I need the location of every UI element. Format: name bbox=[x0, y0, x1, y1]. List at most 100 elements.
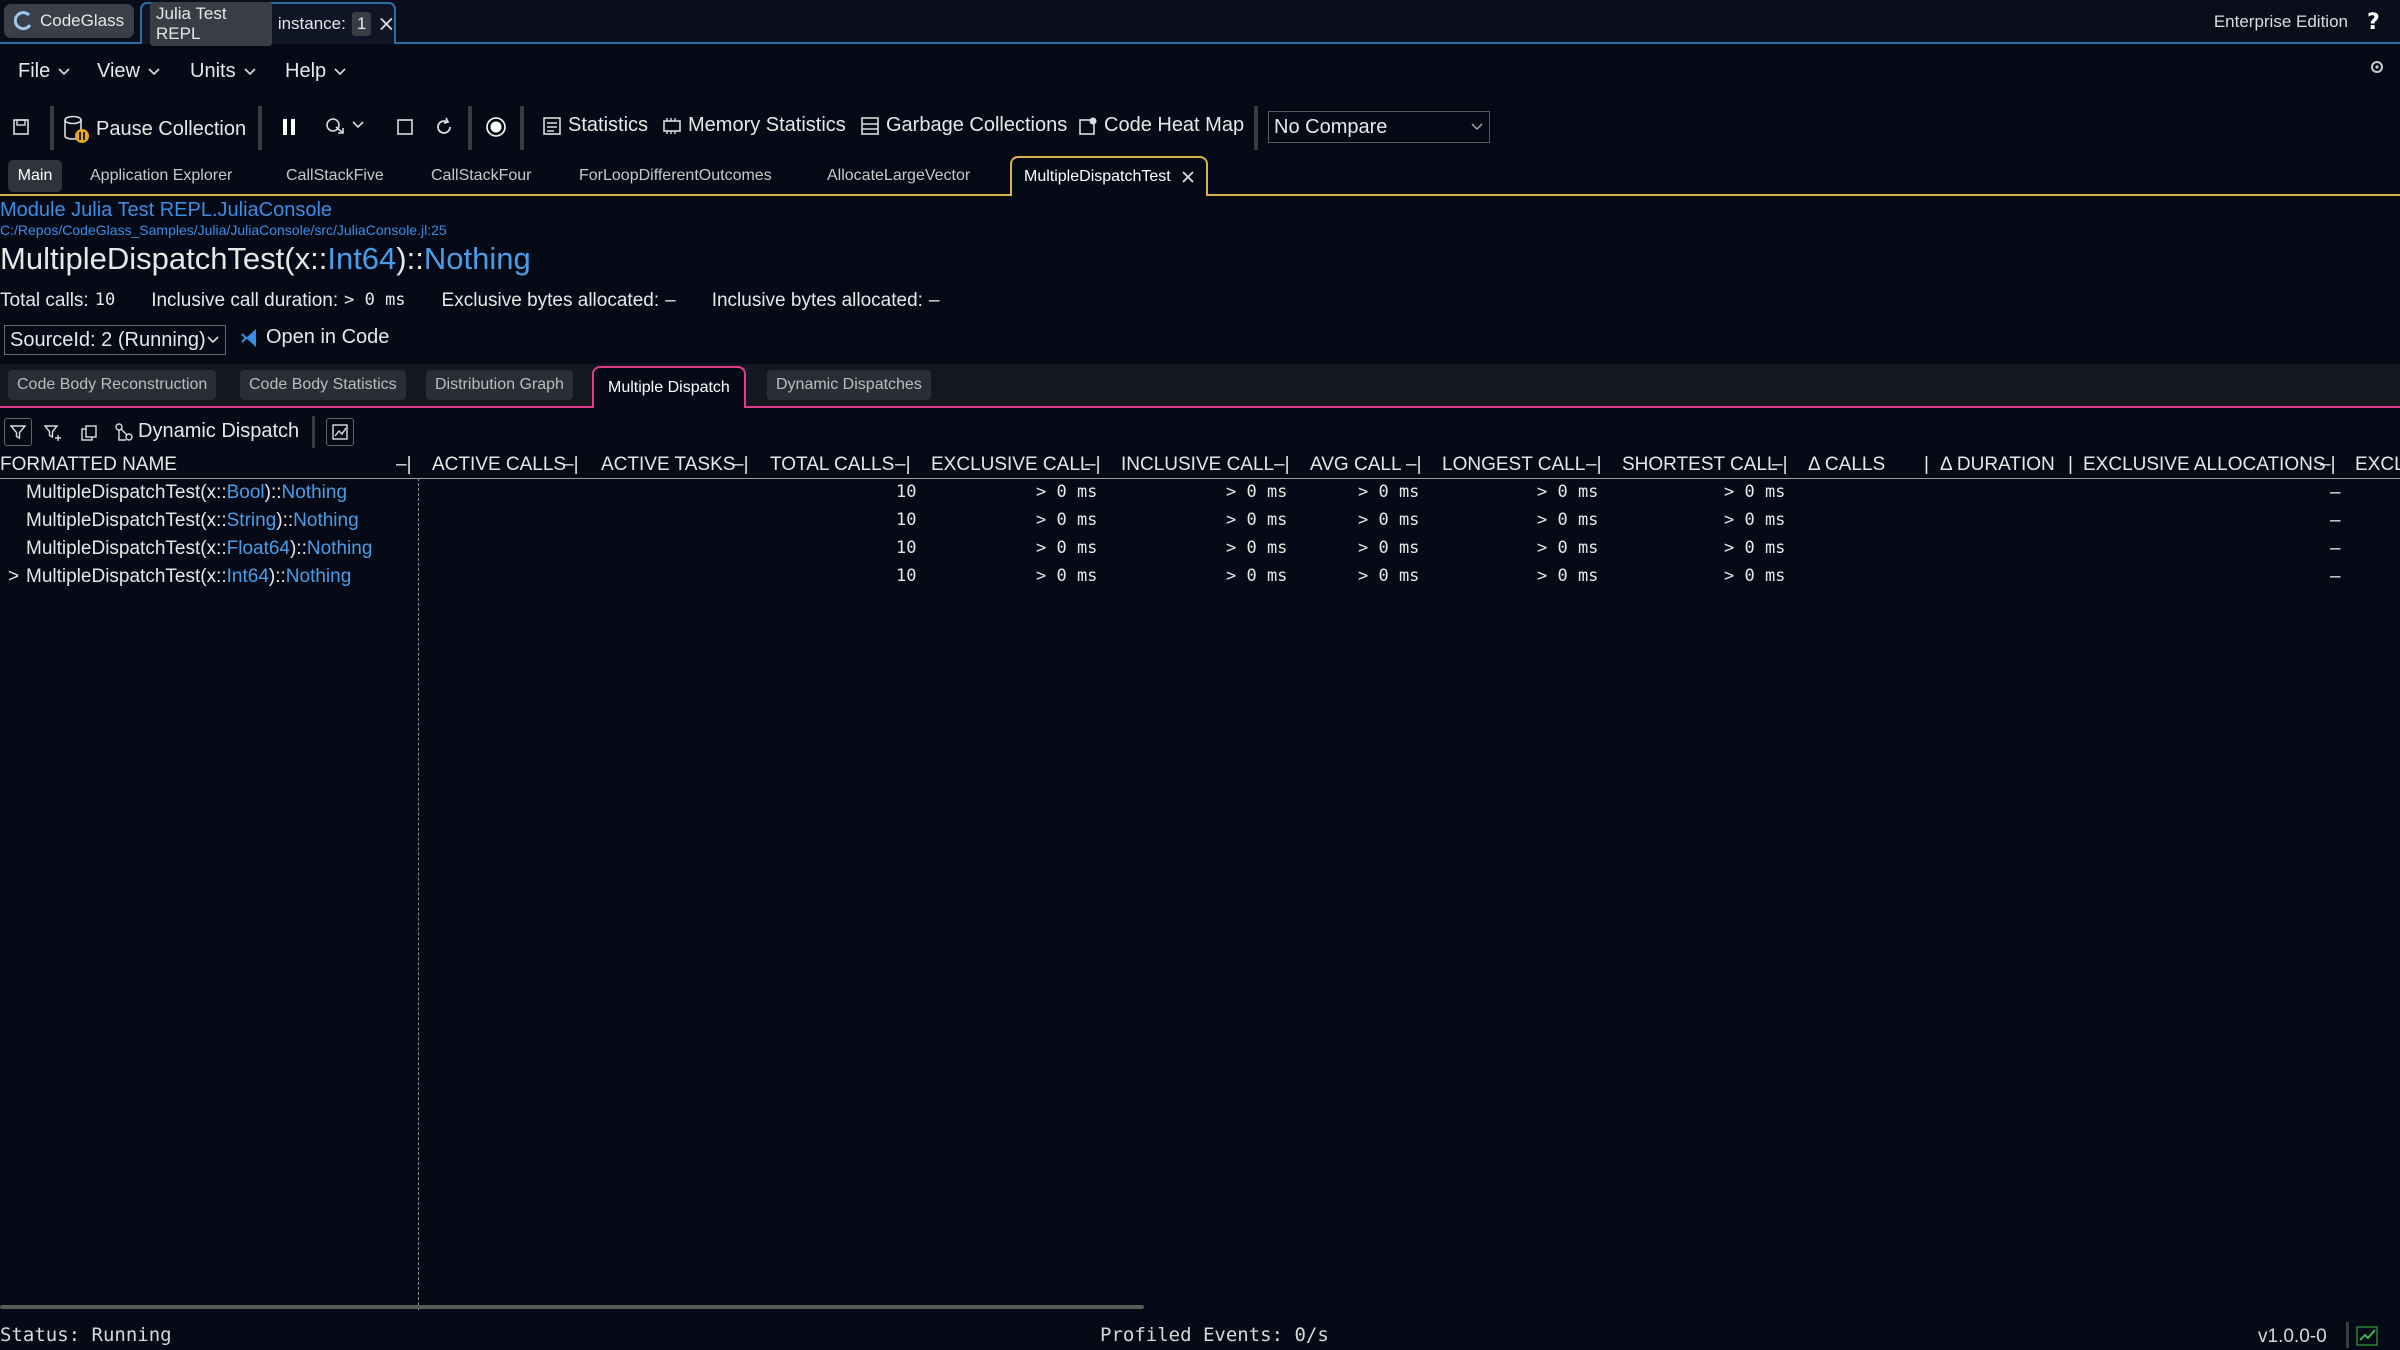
chevron-down-icon bbox=[244, 67, 256, 75]
record-icon[interactable] bbox=[485, 116, 507, 138]
help-icon[interactable]: ? bbox=[2362, 9, 2386, 33]
column-header-formatted-name[interactable]: FORMATTED NAME bbox=[0, 454, 177, 476]
column-collapse-handle[interactable]: –| bbox=[895, 454, 911, 476]
gear-icon[interactable] bbox=[2368, 58, 2386, 76]
row-exclusive-call: > 0 ms bbox=[1036, 510, 1098, 530]
garbage-collections-button[interactable]: Garbage Collections bbox=[860, 114, 1067, 137]
row-expander[interactable]: > bbox=[8, 566, 19, 588]
table-row[interactable]: > MultipleDispatchTest(x::Int64)::Nothin… bbox=[0, 564, 2400, 592]
column-separator[interactable]: | bbox=[1924, 454, 1929, 476]
pause-collection-button[interactable]: Pause Collection bbox=[62, 114, 246, 144]
doc-tab-application-explorer[interactable]: Application Explorer bbox=[90, 160, 232, 192]
source-path-link[interactable]: C:/Repos/CodeGlass_Samples/Julia/JuliaCo… bbox=[0, 222, 447, 238]
column-header-shortest-call[interactable]: SHORTEST CALL bbox=[1622, 454, 1778, 476]
column-header-exclusive-call[interactable]: EXCLUSIVE CALL bbox=[931, 454, 1090, 476]
title-bar: CodeGlass Julia Test REPL instance: 1 En… bbox=[0, 0, 2400, 46]
row-exclusive-call: > 0 ms bbox=[1036, 566, 1098, 586]
column-collapse-handle[interactable]: –| bbox=[733, 454, 749, 476]
row-exclusive-allocations: – bbox=[2330, 510, 2341, 531]
statistics-button[interactable]: Statistics bbox=[542, 114, 648, 137]
column-collapse-handle[interactable]: –| bbox=[1274, 454, 1290, 476]
tab-code-body-statistics[interactable]: Code Body Statistics bbox=[240, 370, 406, 400]
menu-help[interactable]: Help bbox=[285, 60, 346, 83]
tab-distribution-graph[interactable]: Distribution Graph bbox=[426, 370, 573, 400]
source-id-value: SourceId: 2 (Running) bbox=[10, 328, 206, 351]
tab-dynamic-dispatches[interactable]: Dynamic Dispatches bbox=[767, 370, 931, 400]
row-longest-call: > 0 ms bbox=[1537, 566, 1599, 586]
column-header-active-tasks[interactable]: ACTIVE TASKS bbox=[601, 454, 735, 476]
row-shortest-call: > 0 ms bbox=[1724, 510, 1786, 530]
row-avg-call: > 0 ms bbox=[1358, 566, 1420, 586]
doc-tab-multipledispatchtest[interactable]: MultipleDispatchTest bbox=[1010, 156, 1208, 196]
dynamic-dispatch-button[interactable]: Dynamic Dispatch bbox=[114, 420, 299, 443]
dispatch-icon bbox=[115, 422, 133, 441]
row-name: MultipleDispatchTest(x::Bool)::Nothing bbox=[26, 482, 347, 504]
column-separator[interactable]: | bbox=[2068, 454, 2073, 476]
database-pause-icon bbox=[64, 115, 89, 143]
table-row[interactable]: MultipleDispatchTest(x::Bool)::Nothing 1… bbox=[0, 480, 2400, 508]
open-in-code-button[interactable]: Open in Code bbox=[240, 326, 389, 349]
menu-units[interactable]: Units bbox=[190, 60, 256, 83]
function-name: MultipleDispatchTest(x:: bbox=[0, 241, 328, 276]
source-id-select[interactable]: SourceId: 2 (Running) bbox=[4, 325, 226, 355]
doc-tab-forloopdifferentoutcomes[interactable]: ForLoopDifferentOutcomes bbox=[579, 160, 772, 192]
memory-statistics-button[interactable]: Memory Statistics bbox=[662, 114, 846, 137]
tab-multiple-dispatch[interactable]: Multiple Dispatch bbox=[592, 366, 746, 408]
menu-file[interactable]: File bbox=[18, 60, 70, 83]
restart-icon[interactable] bbox=[434, 117, 454, 137]
instance-tab[interactable]: Julia Test REPL instance: 1 bbox=[140, 2, 396, 46]
column-header-longest-call[interactable]: LONGEST CALL bbox=[1442, 454, 1585, 476]
instance-label: instance: bbox=[277, 14, 346, 33]
vscode-icon bbox=[241, 328, 256, 347]
column-collapse-handle[interactable]: –| bbox=[396, 454, 412, 476]
profiled-events: Profiled Events: 0/s bbox=[1100, 1324, 1329, 1346]
module-link[interactable]: Module Julia Test REPL.JuliaConsole bbox=[0, 199, 332, 222]
menu-view[interactable]: View bbox=[97, 60, 160, 83]
column-header-total-calls[interactable]: TOTAL CALLS bbox=[770, 454, 894, 476]
menu-units-label: Units bbox=[190, 60, 236, 82]
column-header-active-calls[interactable]: ACTIVE CALLS bbox=[432, 454, 566, 476]
row-name-func: MultipleDispatchTest(x:: bbox=[26, 482, 227, 503]
column-header-excl[interactable]: EXCL bbox=[2355, 454, 2400, 476]
column-collapse-handle[interactable]: –| bbox=[1085, 454, 1101, 476]
save-icon[interactable] bbox=[12, 118, 30, 136]
filter-button[interactable] bbox=[4, 418, 32, 446]
column-header-exclusive-allocations[interactable]: EXCLUSIVE ALLOCATIONS bbox=[2083, 454, 2326, 476]
column-collapse-handle[interactable]: –| bbox=[1772, 454, 1788, 476]
step-dropdown-button[interactable] bbox=[324, 114, 364, 136]
close-icon[interactable] bbox=[1181, 170, 1195, 184]
chevron-down-icon bbox=[334, 67, 346, 75]
pause-icon[interactable] bbox=[280, 117, 298, 137]
horizontal-scrollbar[interactable] bbox=[0, 1305, 1144, 1309]
column-header-avg-call[interactable]: AVG CALL bbox=[1310, 454, 1402, 476]
doc-tab-callstackfive[interactable]: CallStackFive bbox=[286, 160, 384, 192]
stop-icon[interactable] bbox=[396, 118, 414, 136]
doc-tab-callstackfour[interactable]: CallStackFour bbox=[431, 160, 531, 192]
row-name-sep: ):: bbox=[290, 538, 307, 559]
column-collapse-handle[interactable]: –| bbox=[2320, 454, 2336, 476]
column-collapse-handle[interactable]: –| bbox=[1406, 454, 1422, 476]
chart-toggle-button[interactable] bbox=[326, 418, 354, 446]
menu-help-label: Help bbox=[285, 60, 327, 82]
row-exclusive-allocations: – bbox=[2330, 538, 2341, 559]
row-exclusive-allocations: – bbox=[2330, 566, 2341, 587]
row-exclusive-call: > 0 ms bbox=[1036, 538, 1098, 558]
chevron-down-icon bbox=[1471, 123, 1483, 130]
doc-tab-main[interactable]: Main bbox=[8, 160, 62, 192]
function-arg-type: Int64 bbox=[327, 241, 397, 276]
filter-add-icon[interactable] bbox=[44, 424, 62, 442]
column-header-delta-calls[interactable]: Δ CALLS bbox=[1808, 454, 1885, 476]
column-header-inclusive-call[interactable]: INCLUSIVE CALL bbox=[1121, 454, 1274, 476]
code-heat-map-button[interactable]: Code Heat Map bbox=[1078, 114, 1244, 137]
tab-code-body-reconstruction[interactable]: Code Body Reconstruction bbox=[8, 370, 217, 400]
table-row[interactable]: MultipleDispatchTest(x::Float64)::Nothin… bbox=[0, 536, 2400, 564]
column-collapse-handle[interactable]: –| bbox=[563, 454, 579, 476]
column-header-delta-duration[interactable]: Δ DURATION bbox=[1940, 454, 2055, 476]
compare-select[interactable]: No Compare bbox=[1268, 111, 1490, 143]
doc-tab-allocatelargevector[interactable]: AllocateLargeVector bbox=[827, 160, 970, 192]
close-icon[interactable] bbox=[379, 16, 394, 32]
column-collapse-handle[interactable]: –| bbox=[1586, 454, 1602, 476]
copy-icon[interactable] bbox=[80, 424, 98, 442]
app-tab-codeglass[interactable]: CodeGlass bbox=[4, 4, 134, 38]
table-row[interactable]: MultipleDispatchTest(x::String)::Nothing… bbox=[0, 508, 2400, 536]
